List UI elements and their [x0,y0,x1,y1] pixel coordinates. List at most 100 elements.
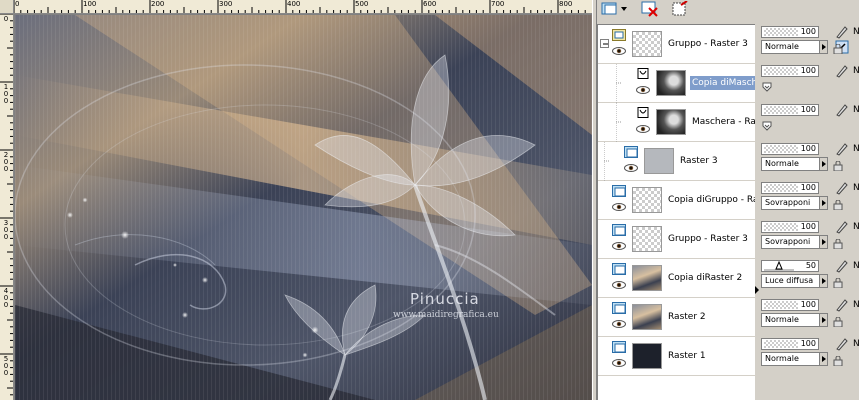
blend-mode-select[interactable]: Sovrapponi [761,235,828,249]
edit-brush-icon[interactable] [835,181,849,195]
layer-name: Raster 2 [668,312,706,322]
visibility-eye-icon[interactable] [612,242,626,250]
layer-row[interactable]: Raster 1 [598,337,756,376]
opacity-field[interactable]: 50 [761,260,819,272]
dropdown-arrow-icon [819,158,827,170]
edit-brush-icon[interactable] [835,337,849,351]
layer-name: Copia diMaschera [690,76,756,90]
opacity-field[interactable]: 100 [761,299,819,311]
edit-brush-icon[interactable] [835,220,849,234]
opacity-value: 100 [800,105,816,114]
layer-extra-indicator: N [853,300,859,310]
edit-brush-icon[interactable] [835,259,849,273]
opacity-field[interactable]: 100 [761,143,819,155]
blend-mode-select[interactable]: Luce diffusa [761,274,828,288]
layer-extra-indicator: N [853,183,859,193]
ruler-left-label: 200 [3,151,9,173]
visibility-eye-icon[interactable] [612,47,626,55]
edit-brush-icon[interactable] [835,103,849,117]
blend-mode-select[interactable]: Normale [761,40,828,54]
lock-icon[interactable] [833,355,845,367]
layer-thumbnail [632,265,662,291]
mask-layer-button[interactable] [669,0,691,20]
blend-mode-select[interactable]: Normale [761,352,828,366]
edit-brush-icon[interactable] [835,298,849,312]
lock-icon[interactable] [833,316,845,328]
artwork-image[interactable]: Pinuccia www.maidiregrafica.eu [15,15,592,400]
raster-layer-icon [612,341,626,353]
lock-icon[interactable] [833,199,845,211]
blend-mode-value: Sovrapponi [765,237,811,246]
opacity-field[interactable]: 100 [761,221,819,233]
blend-mode-select[interactable]: Sovrapponi [761,196,828,210]
layer-properties-row: 100 N [759,102,859,141]
layer-row[interactable]: Raster 3 [598,142,756,181]
opacity-field[interactable]: 100 [761,182,819,194]
visibility-eye-icon[interactable] [612,281,626,289]
edit-brush-icon[interactable] [835,64,849,78]
collapse-toggle-icon[interactable] [600,39,609,48]
opacity-value: 100 [800,183,816,192]
lock-icon[interactable] [833,277,845,289]
visibility-eye-icon[interactable] [636,125,650,133]
opacity-field[interactable]: 100 [761,26,819,38]
layer-row[interactable]: Gruppo - Raster 3 [598,220,756,259]
opacity-value: 100 [800,222,816,231]
layer-name: Raster 3 [680,156,718,166]
visibility-eye-icon[interactable] [612,359,626,367]
layer-row[interactable]: Copia diRaster 2 [598,259,756,298]
layer-row[interactable]: Copia diMaschera [598,64,756,103]
ruler-top-label: 100 [83,0,97,8]
mask-link-icon[interactable] [761,120,775,134]
ruler-top: 0 100 200 300 400 500 600 700 800 [14,0,592,14]
visibility-eye-icon[interactable] [624,164,638,172]
layer-properties-row: 100 N Sovrapponi [759,219,859,258]
lock-icon[interactable] [833,43,845,55]
layer-properties-row: 100 N Normale [759,24,859,63]
layer-row[interactable]: Maschera - Rast [598,103,756,142]
opacity-field[interactable]: 100 [761,338,819,350]
layer-thumbnail [656,70,686,96]
canvas-area[interactable]: 0 100 200 300 400 500 600 700 800 0 100 … [0,0,592,400]
layer-properties-row: 100 N Normale [759,297,859,336]
blend-mode-select[interactable]: Normale [761,313,828,327]
layer-properties: 100 N Normale 100 N 100 N 100 N Normale … [759,24,859,400]
blend-mode-value: Normale [765,354,799,363]
layer-properties-row: 100 N Normale [759,336,859,375]
opacity-field[interactable]: 100 [761,104,819,116]
blend-mode-value: Normale [765,159,799,168]
mask-layer-icon [636,107,650,119]
layer-extra-indicator: N [853,27,859,37]
mask-link-icon[interactable] [761,81,775,95]
ruler-top-label: 500 [355,0,369,8]
dropdown-arrow-icon [819,314,827,326]
edit-brush-icon[interactable] [835,25,849,39]
blend-mode-select[interactable]: Normale [761,157,828,171]
visibility-eye-icon[interactable] [612,320,626,328]
ruler-top-label: 700 [491,0,505,8]
layer-row[interactable]: Copia diGruppo - Ra [598,181,756,220]
layer-row[interactable]: Gruppo - Raster 3 [598,25,756,64]
edit-brush-icon[interactable] [835,142,849,156]
layer-row[interactable]: Raster 2 [598,298,756,337]
opacity-value: 100 [800,27,816,36]
layer-tree[interactable]: Gruppo - Raster 3 Copia diMaschera Masch… [597,24,756,400]
new-layer-icon [601,1,629,20]
layer-extra-indicator: N [853,222,859,232]
visibility-eye-icon[interactable] [612,203,626,211]
mask-icon [671,0,689,20]
lock-icon[interactable] [833,160,845,172]
opacity-field[interactable]: 100 [761,65,819,77]
ruler-top-label: 200 [151,0,165,8]
layer-extra-indicator: N [853,261,859,271]
layer-properties-row: 100 N Sovrapponi [759,180,859,219]
layer-extra-indicator: N [853,144,859,154]
lock-icon[interactable] [833,238,845,250]
layer-properties-row: 100 N [759,63,859,102]
delete-layer-button[interactable] [639,1,661,20]
watermark-url: www.maidiregrafica.eu [393,310,499,320]
ruler-top-label: 300 [219,0,233,8]
layer-thumbnail [656,109,686,135]
visibility-eye-icon[interactable] [636,86,650,94]
new-layer-button[interactable] [599,1,631,20]
